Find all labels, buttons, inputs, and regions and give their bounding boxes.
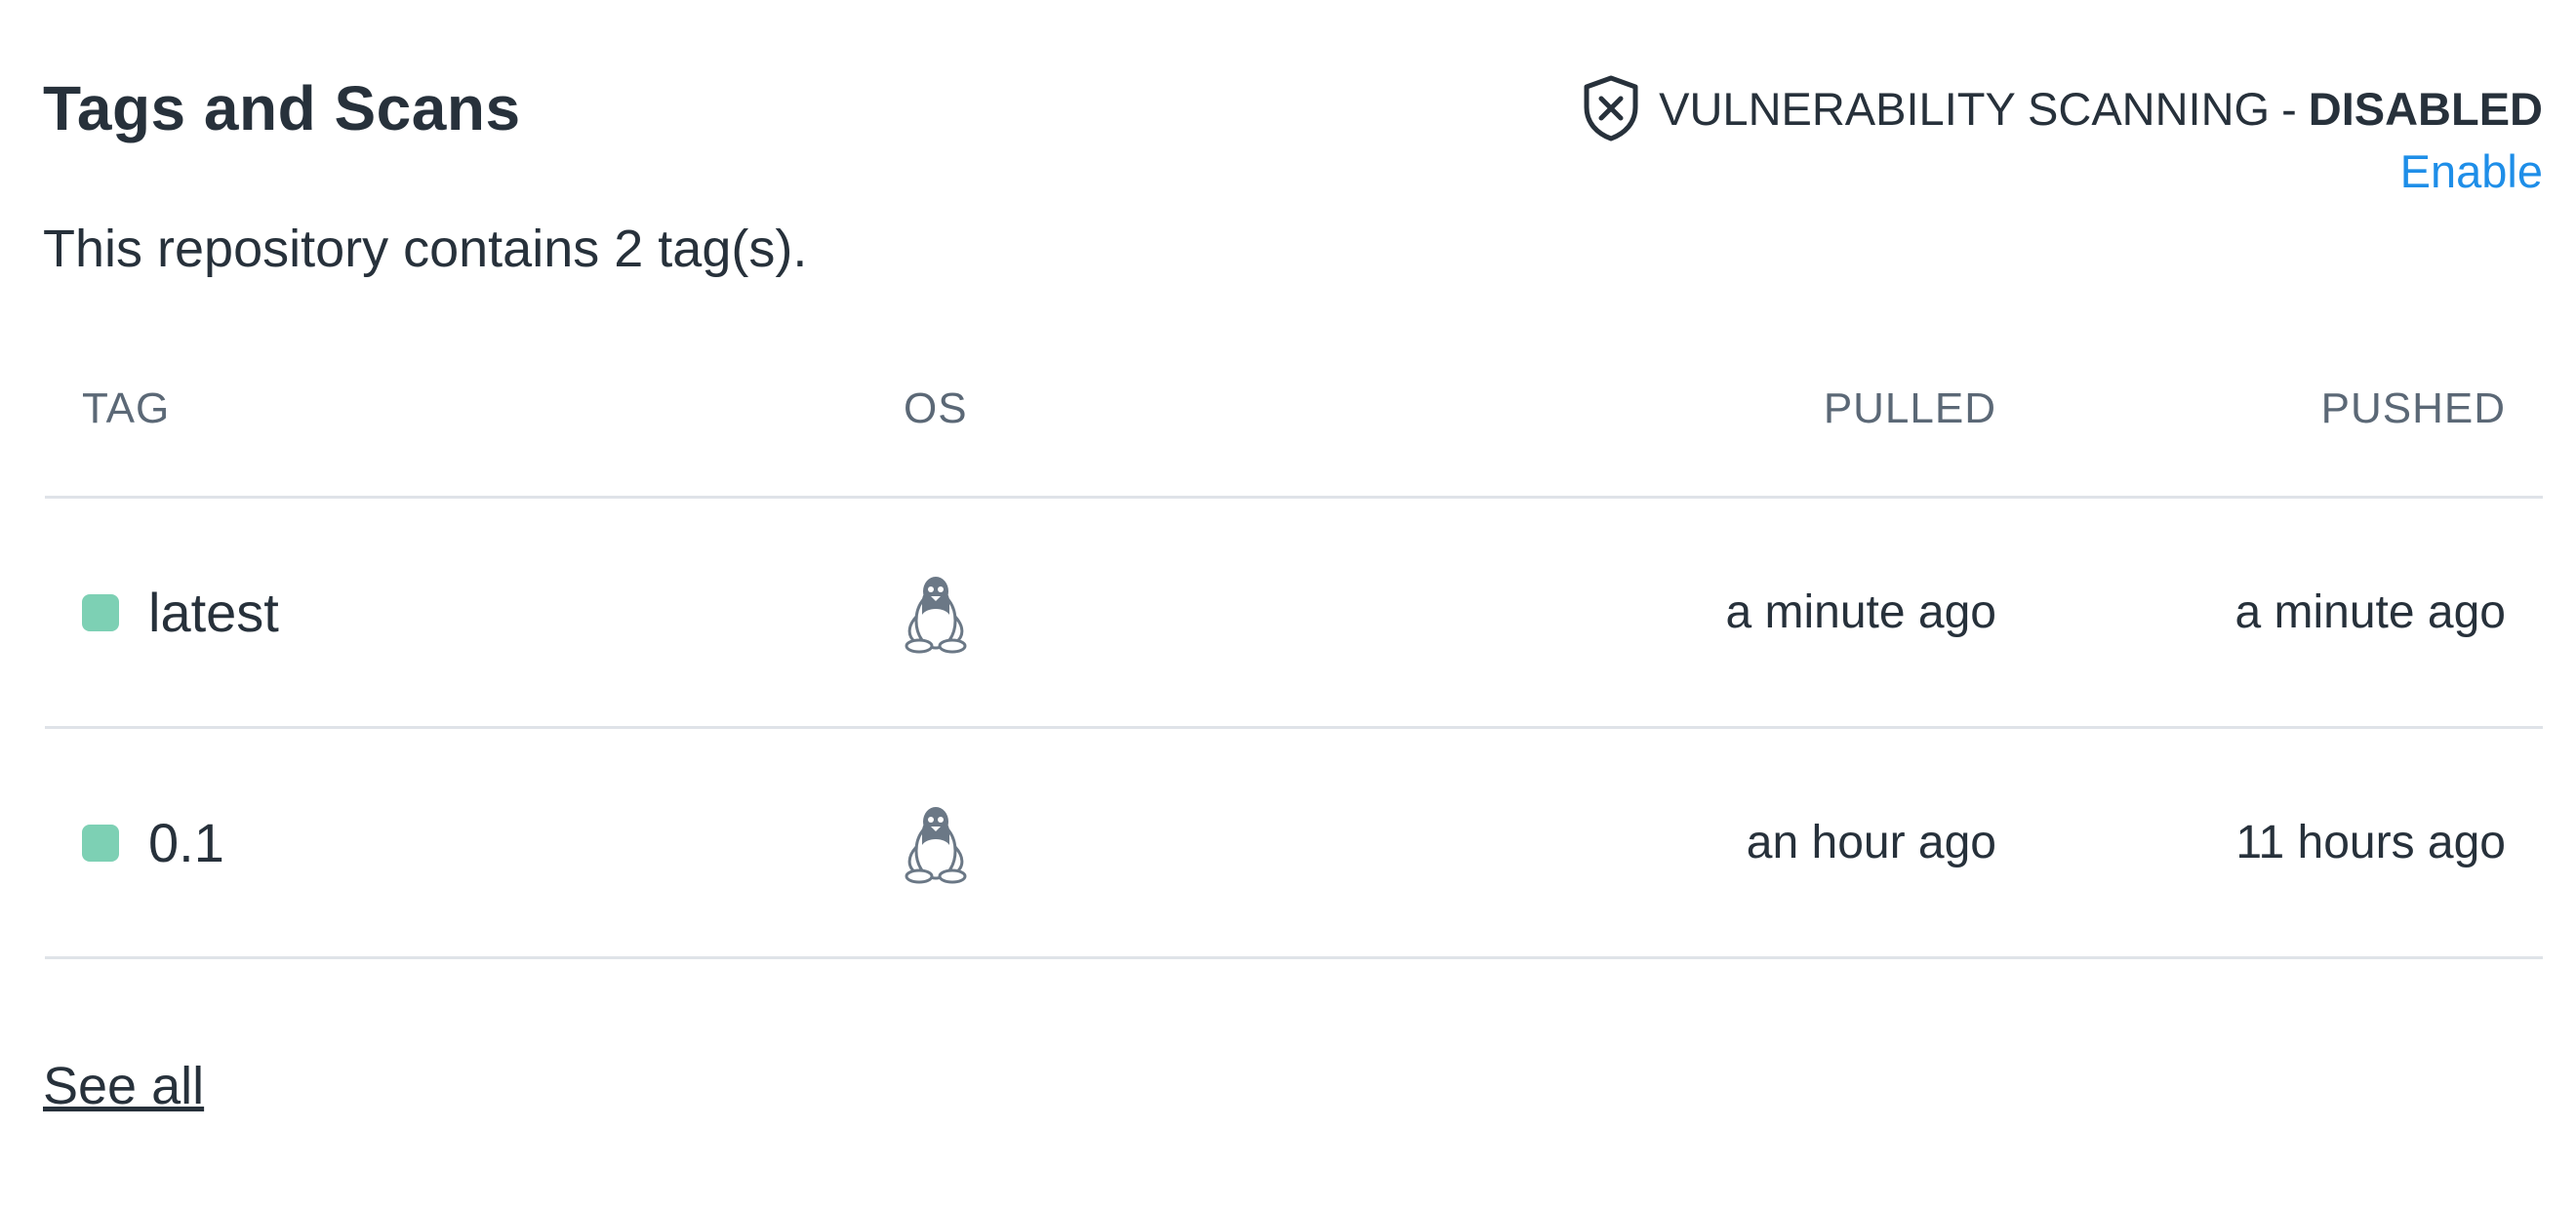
linux-tux-icon (902, 802, 970, 884)
shield-x-icon (1581, 74, 1641, 142)
pulled-cell: an hour ago (1747, 729, 1996, 956)
pushed-cell: a minute ago (2234, 499, 2506, 726)
tag-name[interactable]: latest (148, 581, 279, 644)
tag-name[interactable]: 0.1 (148, 811, 224, 874)
scanning-label: VULNERABILITY SCANNING (1659, 82, 2271, 135)
pushed-cell: 11 hours ago (2235, 729, 2506, 956)
pulled-time: an hour ago (1746, 817, 1996, 868)
pulled-time: a minute ago (1725, 586, 1996, 638)
tag-cell: 0.1 (82, 729, 224, 956)
os-cell (902, 729, 970, 956)
tag-status-indicator (82, 824, 119, 862)
column-header-tag: TAG (82, 384, 171, 432)
scanning-state: DISABLED (2308, 82, 2543, 135)
column-header-os: OS (904, 384, 968, 432)
tags-and-scans-panel: Tags and Scans VULNERABILITY SCANNING - … (0, 0, 2576, 1210)
column-header-pulled: PULLED (1823, 384, 1996, 432)
table-header: TAG OS PULLED PUSHED (45, 363, 2543, 499)
tag-status-indicator (82, 593, 119, 631)
linux-tux-icon (902, 572, 970, 654)
pulled-cell: a minute ago (1725, 499, 1996, 726)
column-header-pushed: PUSHED (2320, 384, 2506, 432)
table-row[interactable]: latest a minute ago a minute ago (45, 499, 2543, 729)
tag-count-summary: This repository contains 2 tag(s). (43, 220, 808, 278)
enable-scanning-link[interactable]: Enable (2400, 144, 2543, 198)
see-all-link[interactable]: See all (43, 1056, 204, 1116)
page-title: Tags and Scans (43, 73, 521, 143)
scanning-separator: - (2281, 82, 2297, 135)
tag-cell: latest (82, 499, 279, 726)
os-cell (902, 499, 970, 726)
pushed-time: a minute ago (2234, 586, 2506, 638)
tags-table: TAG OS PULLED PUSHED latest a minute ago… (45, 363, 2543, 959)
pushed-time: 11 hours ago (2235, 817, 2506, 868)
table-row[interactable]: 0.1 an hour ago 11 hours ago (45, 729, 2543, 959)
vulnerability-scanning-status: VULNERABILITY SCANNING - DISABLED (1581, 74, 2543, 142)
